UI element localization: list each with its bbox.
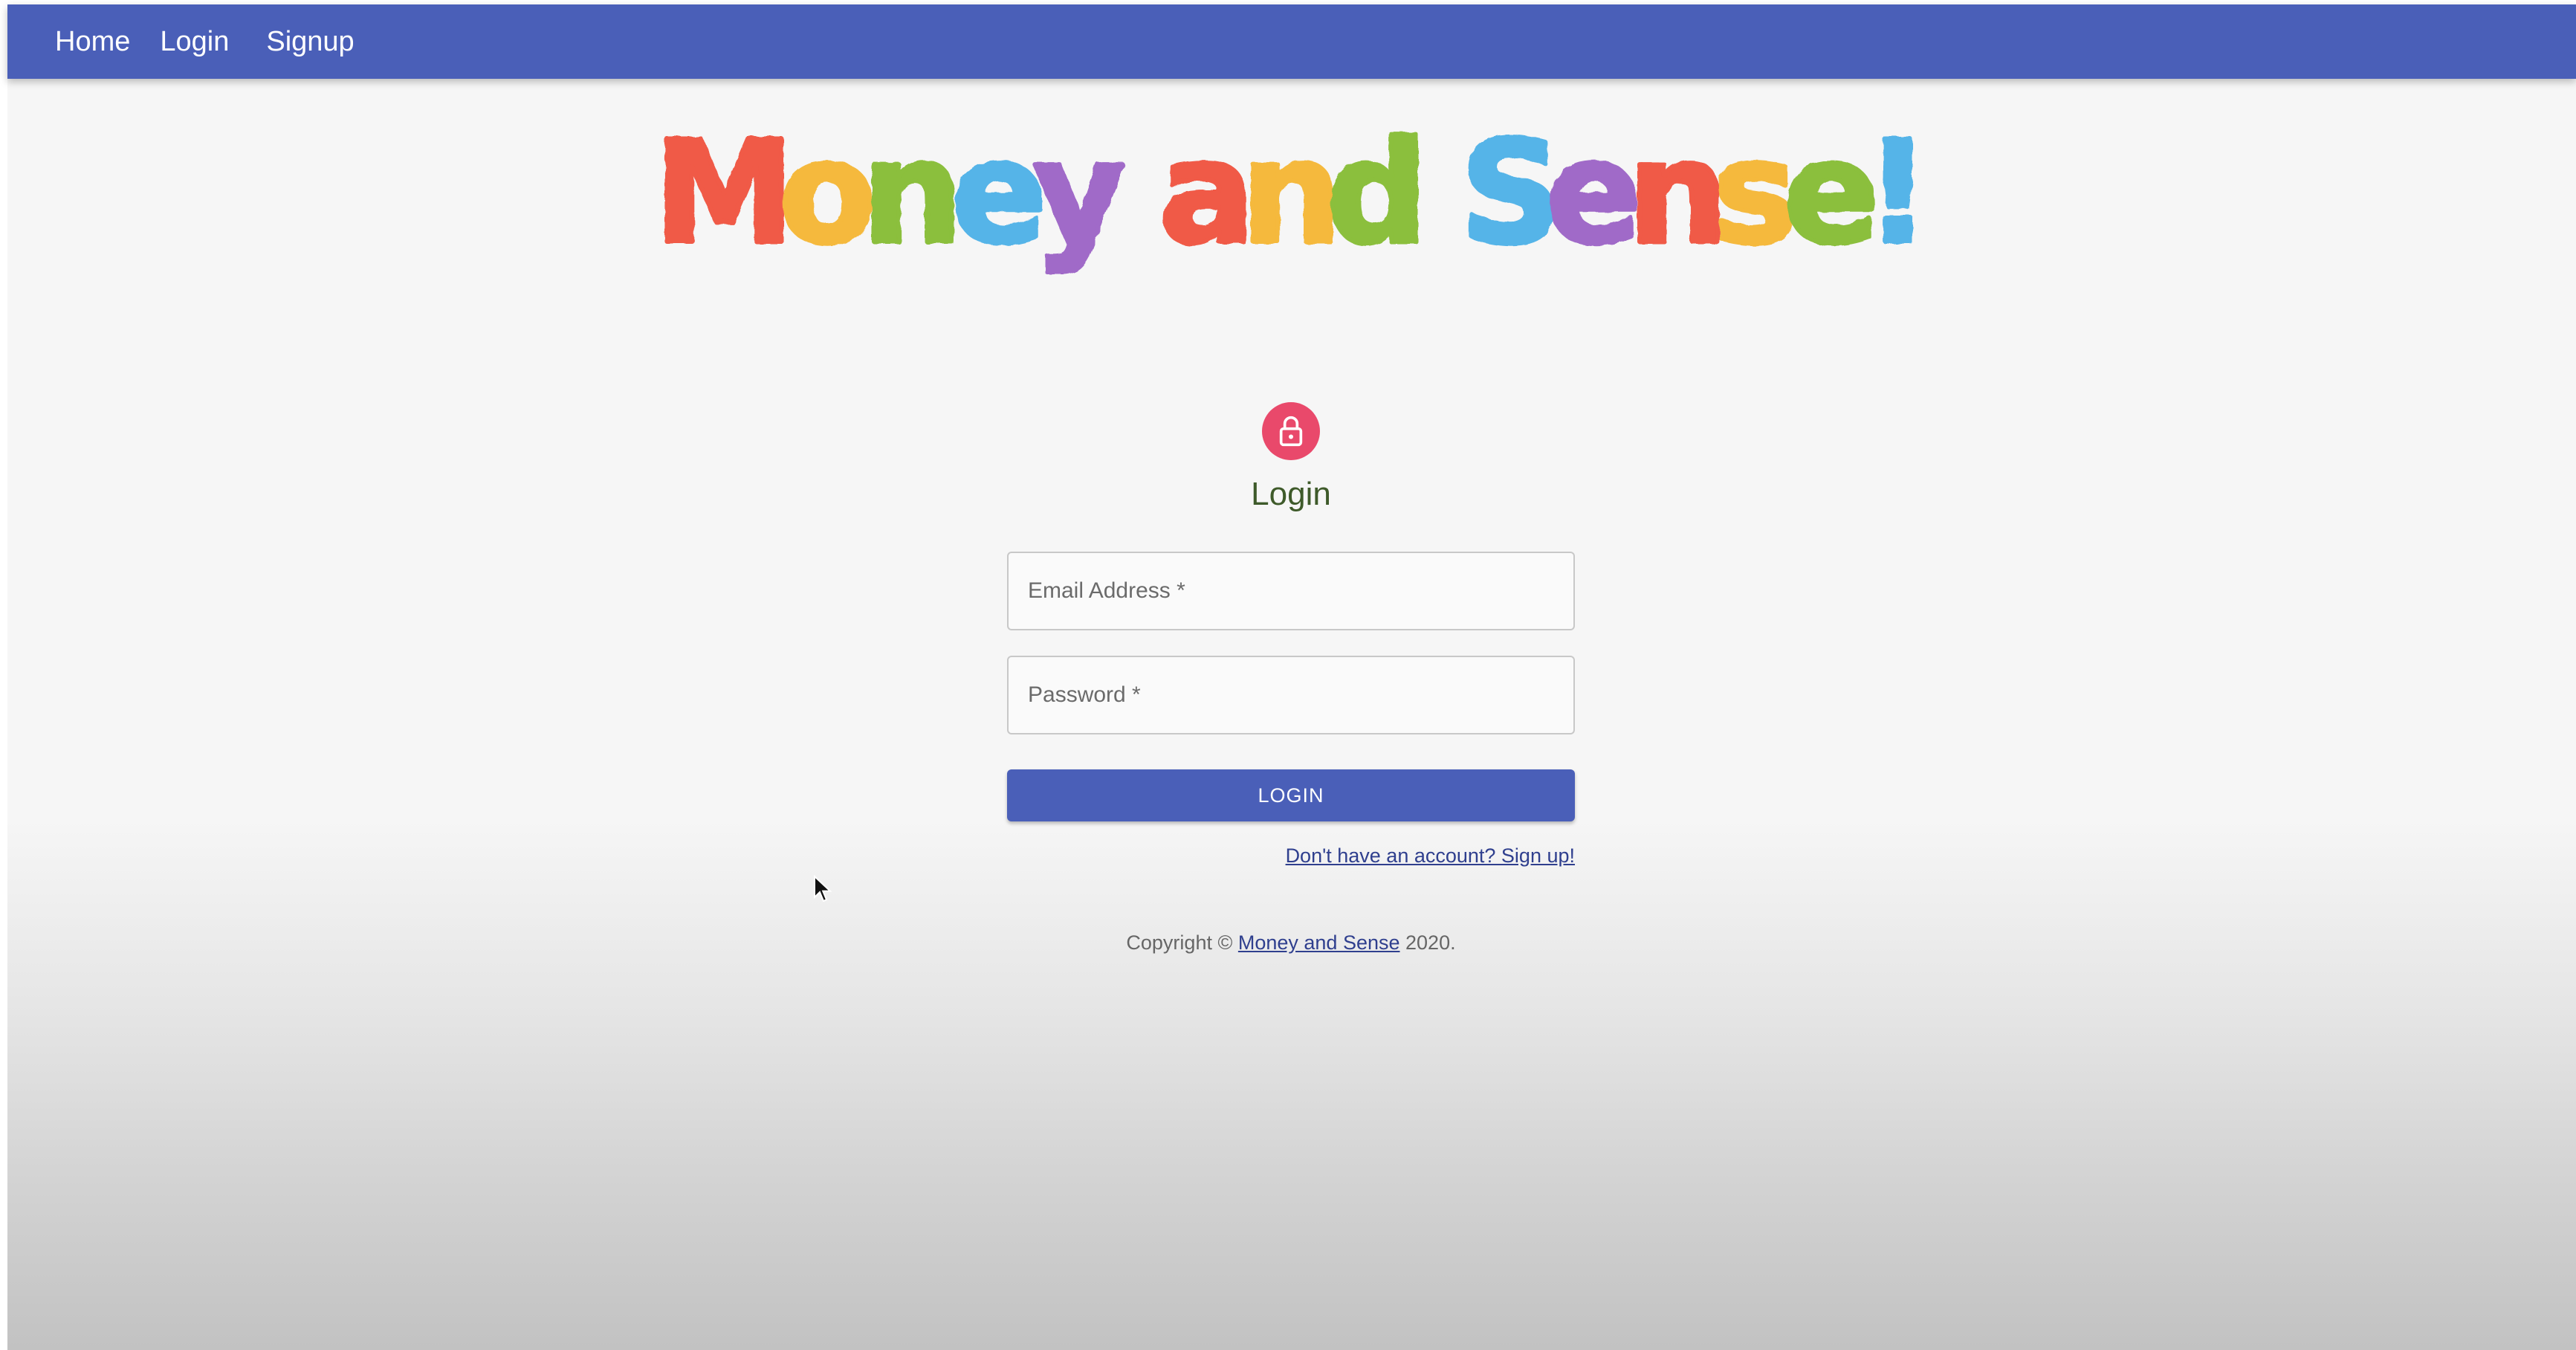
lock-avatar: [1262, 402, 1320, 460]
copyright-year: 2020.: [1399, 931, 1456, 954]
screen: Home Login Signup M o n e y a n d S e n …: [0, 0, 2576, 1350]
svg-text:M: M: [654, 111, 795, 275]
svg-text:n: n: [862, 111, 962, 275]
copyright-footer: Copyright © Money and Sense 2020.: [994, 931, 1588, 955]
svg-text:y: y: [1033, 111, 1125, 275]
lock-icon: [1279, 416, 1303, 447]
svg-text:d: d: [1327, 111, 1428, 275]
nav-login-link[interactable]: Login: [160, 4, 229, 79]
top-navbar: Home Login Signup: [7, 4, 2576, 79]
login-button[interactable]: LOGIN: [1007, 769, 1575, 821]
svg-text:!: !: [1865, 111, 1930, 275]
login-heading: Login: [1251, 476, 1331, 512]
mouse-pointer-icon: [813, 875, 832, 903]
password-field[interactable]: [1007, 656, 1575, 734]
brand-link[interactable]: Money and Sense: [1238, 931, 1400, 954]
copyright-prefix: Copyright ©: [1126, 931, 1238, 954]
nav-home-link[interactable]: Home: [55, 4, 130, 79]
signup-link[interactable]: Don't have an account? Sign up!: [1189, 844, 1575, 868]
nav-signup-link[interactable]: Signup: [266, 4, 354, 79]
svg-text:o: o: [779, 111, 876, 275]
window-left-edge: [0, 0, 7, 1350]
money-and-sense-logo: M o n e y a n d S e n s e !: [654, 108, 1932, 286]
svg-text:a: a: [1159, 111, 1255, 275]
email-field[interactable]: [1007, 552, 1575, 630]
